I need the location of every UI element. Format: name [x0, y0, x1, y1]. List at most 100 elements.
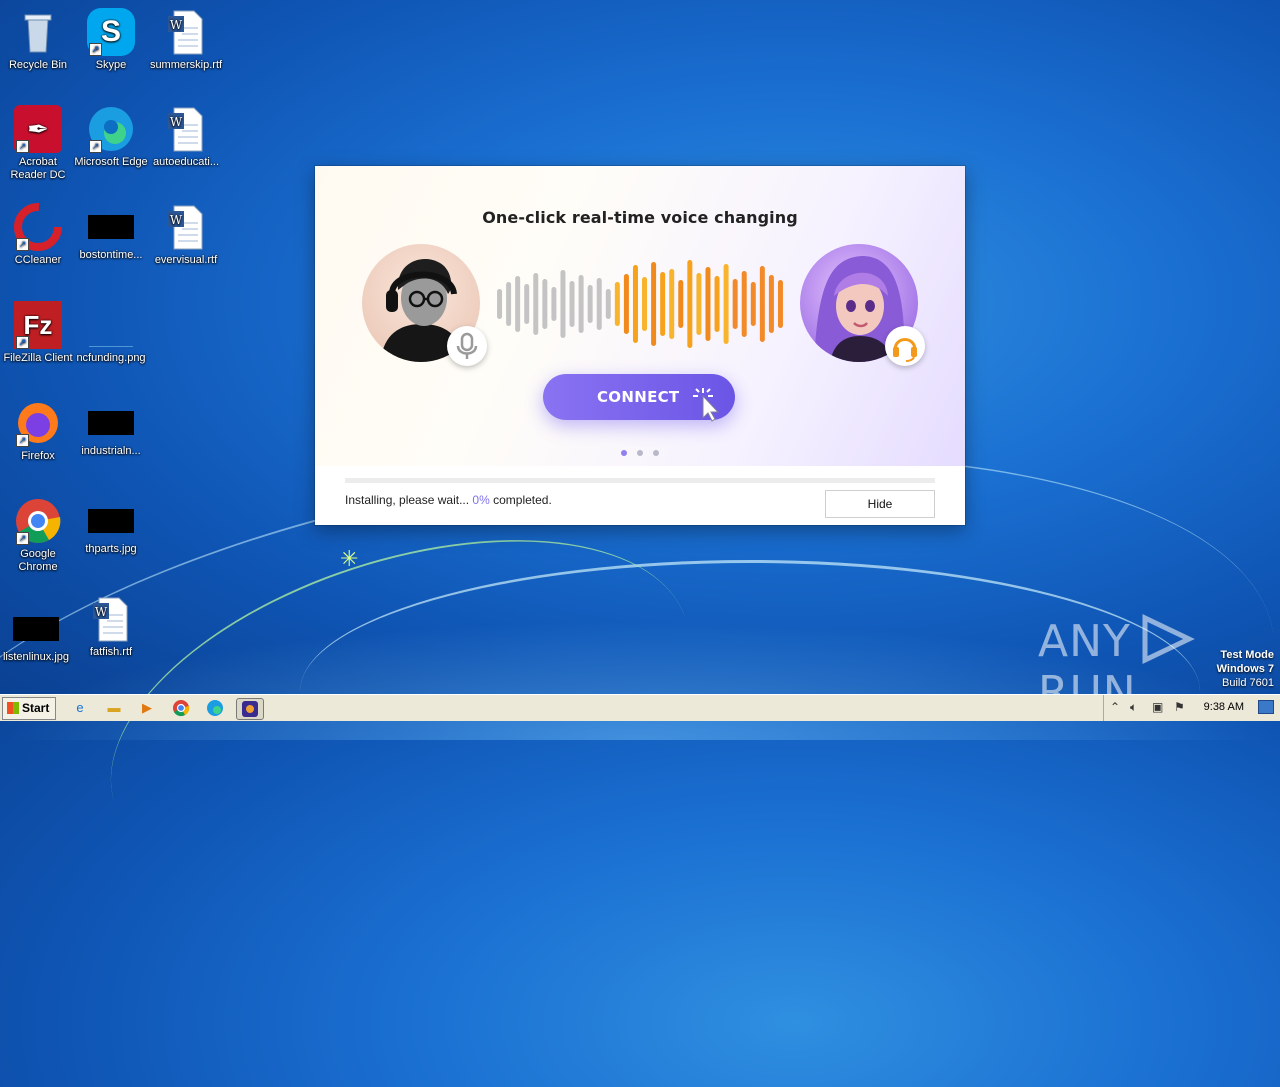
desktop-icon-label: FileZilla Client	[3, 352, 73, 364]
headset-icon	[885, 326, 925, 366]
waveform-bar	[741, 271, 747, 337]
waveform-bar	[714, 276, 720, 332]
desktop-icon-skype[interactable]: S ↗ Skype	[73, 8, 149, 72]
desktop-icon-bostontime[interactable]: bostontime...	[73, 203, 149, 262]
action-center-flag-icon[interactable]: ⚑	[1174, 700, 1185, 714]
start-button[interactable]: Start	[2, 697, 56, 720]
waveform-bar	[687, 260, 693, 348]
connect-button[interactable]: CONNECT	[543, 374, 735, 422]
image-file-icon	[88, 509, 134, 533]
desktop-icon-listenlinux[interactable]: listenlinux.jpg	[0, 605, 74, 664]
waveform-bar	[705, 267, 711, 341]
desktop-icon-fatfish[interactable]: W fatfish.rtf	[73, 595, 149, 659]
wallpaper-spark: ✳	[340, 546, 359, 571]
word-document-icon: W	[162, 105, 210, 153]
ccleaner-icon: ↗	[14, 203, 62, 251]
waveform-bar	[669, 269, 675, 339]
desktop-icon-industrialn[interactable]: industrialn...	[73, 399, 149, 458]
desktop-icon-label: bostontime...	[79, 249, 143, 261]
desktop-icon-ncfunding[interactable]: ncfunding.png	[73, 301, 149, 365]
hide-button[interactable]: Hide	[825, 490, 935, 518]
waveform-bar	[524, 284, 530, 324]
desktop-icon-firefox[interactable]: ↗ Firefox	[0, 399, 76, 463]
system-tray: ⌃ 🔈︎ ▣ ⚑ 9:38 AM	[1103, 695, 1280, 721]
svg-text:W: W	[170, 115, 183, 129]
recycle-bin-icon	[14, 8, 62, 56]
waveform-bar	[759, 266, 765, 342]
carousel-dot[interactable]	[621, 450, 627, 456]
installer-app-icon[interactable]	[236, 698, 264, 720]
waveform-bar	[578, 275, 584, 333]
shortcut-arrow-icon: ↗	[16, 532, 29, 545]
network-icon[interactable]: ▣	[1152, 700, 1163, 714]
windows-logo-icon	[7, 702, 19, 714]
status-percent: 0%	[472, 493, 490, 507]
desktop-icon-filezilla[interactable]: Fz ↗ FileZilla Client	[0, 301, 76, 365]
waveform-bar	[696, 273, 702, 335]
show-hidden-icons-icon[interactable]: ⌃	[1110, 700, 1120, 714]
word-document-icon: W	[87, 595, 135, 643]
desktop-icon-label: summerskip.rtf	[149, 59, 223, 71]
microphone-icon	[447, 326, 487, 366]
edge-icon: ↗	[87, 105, 135, 153]
install-progress-bar	[345, 478, 935, 483]
waveform-bar	[605, 289, 611, 319]
waveform-bar	[587, 285, 593, 323]
status-prefix: Installing, please wait...	[345, 493, 470, 507]
promo-banner: One-click real-time voice changing CONNE…	[315, 166, 965, 466]
desktop-icon-autoeducati[interactable]: W autoeducati...	[148, 105, 224, 169]
image-file-icon	[88, 411, 134, 435]
desktop-icon-edge[interactable]: ↗ Microsoft Edge	[73, 105, 149, 169]
edge-icon[interactable]	[205, 698, 225, 718]
desktop-icon-acrobat[interactable]: ✒ ↗ Acrobat Reader DC	[0, 105, 76, 182]
shortcut-arrow-icon: ↗	[16, 336, 29, 349]
ie-icon[interactable]: e	[70, 698, 90, 718]
show-desktop-button[interactable]	[1258, 700, 1274, 714]
chrome-icon[interactable]	[171, 698, 191, 718]
desktop-icon-ccleaner[interactable]: ↗ CCleaner	[0, 203, 76, 267]
waveform-bar	[660, 272, 666, 336]
svg-text:W: W	[95, 605, 108, 619]
svg-text:W: W	[170, 18, 183, 32]
taskbar: Start e ▬ ▶ ⌃ 🔈︎ ▣ ⚑ 9:38 AM	[0, 694, 1280, 721]
image-file-icon	[87, 301, 135, 349]
volume-icon[interactable]: 🔈︎	[1130, 700, 1137, 715]
waveform-bar	[506, 282, 512, 326]
word-document-icon: W	[162, 8, 210, 56]
os-label: Windows 7	[1216, 663, 1274, 675]
carousel-dot[interactable]	[637, 450, 643, 456]
waveform-bar	[651, 262, 657, 346]
waveform-bar	[632, 265, 638, 343]
waveform-bar	[542, 279, 548, 329]
play-logo-icon	[1142, 614, 1195, 664]
test-mode-label: Test Mode	[1220, 649, 1274, 661]
desktop-icon-recycle-bin[interactable]: Recycle Bin	[0, 8, 76, 72]
desktop-icon-evervisual[interactable]: W evervisual.rtf	[148, 203, 224, 267]
waveform-bar	[551, 287, 557, 321]
acrobat-icon: ✒ ↗	[14, 105, 62, 153]
desktop-icon-label: evervisual.rtf	[154, 254, 218, 266]
desktop-icon-label: CCleaner	[14, 254, 62, 266]
waveform-bar	[642, 277, 648, 331]
desktop-icon-label: Recycle Bin	[8, 59, 68, 71]
clock[interactable]: 9:38 AM	[1204, 701, 1244, 713]
carousel-dot[interactable]	[653, 450, 659, 456]
desktop-icon-label: Firefox	[21, 450, 55, 462]
desktop-icon-chrome[interactable]: ↗ Google Chrome	[0, 497, 76, 574]
chrome-icon: ↗	[14, 497, 62, 545]
test-mode-notice: Test Mode Windows 7 Build 7601	[1217, 648, 1274, 690]
waveform-bar	[569, 281, 575, 327]
waveform-bar	[614, 282, 620, 326]
shortcut-arrow-icon: ↗	[16, 434, 29, 447]
waveform-bar	[533, 273, 539, 335]
shortcut-arrow-icon: ↗	[16, 140, 29, 153]
desktop-icon-summerskip[interactable]: W summerskip.rtf	[148, 8, 224, 72]
image-file-icon	[88, 215, 134, 239]
desktop-icon-label: fatfish.rtf	[89, 646, 133, 658]
desktop-icon-label: Microsoft Edge	[74, 156, 148, 168]
media-player-icon[interactable]: ▶	[137, 698, 157, 718]
explorer-icon[interactable]: ▬	[104, 698, 124, 718]
installer-window: One-click real-time voice changing CONNE…	[315, 166, 965, 525]
desktop-icon-thparts[interactable]: thparts.jpg	[73, 497, 149, 556]
waveform-bar	[723, 264, 729, 344]
